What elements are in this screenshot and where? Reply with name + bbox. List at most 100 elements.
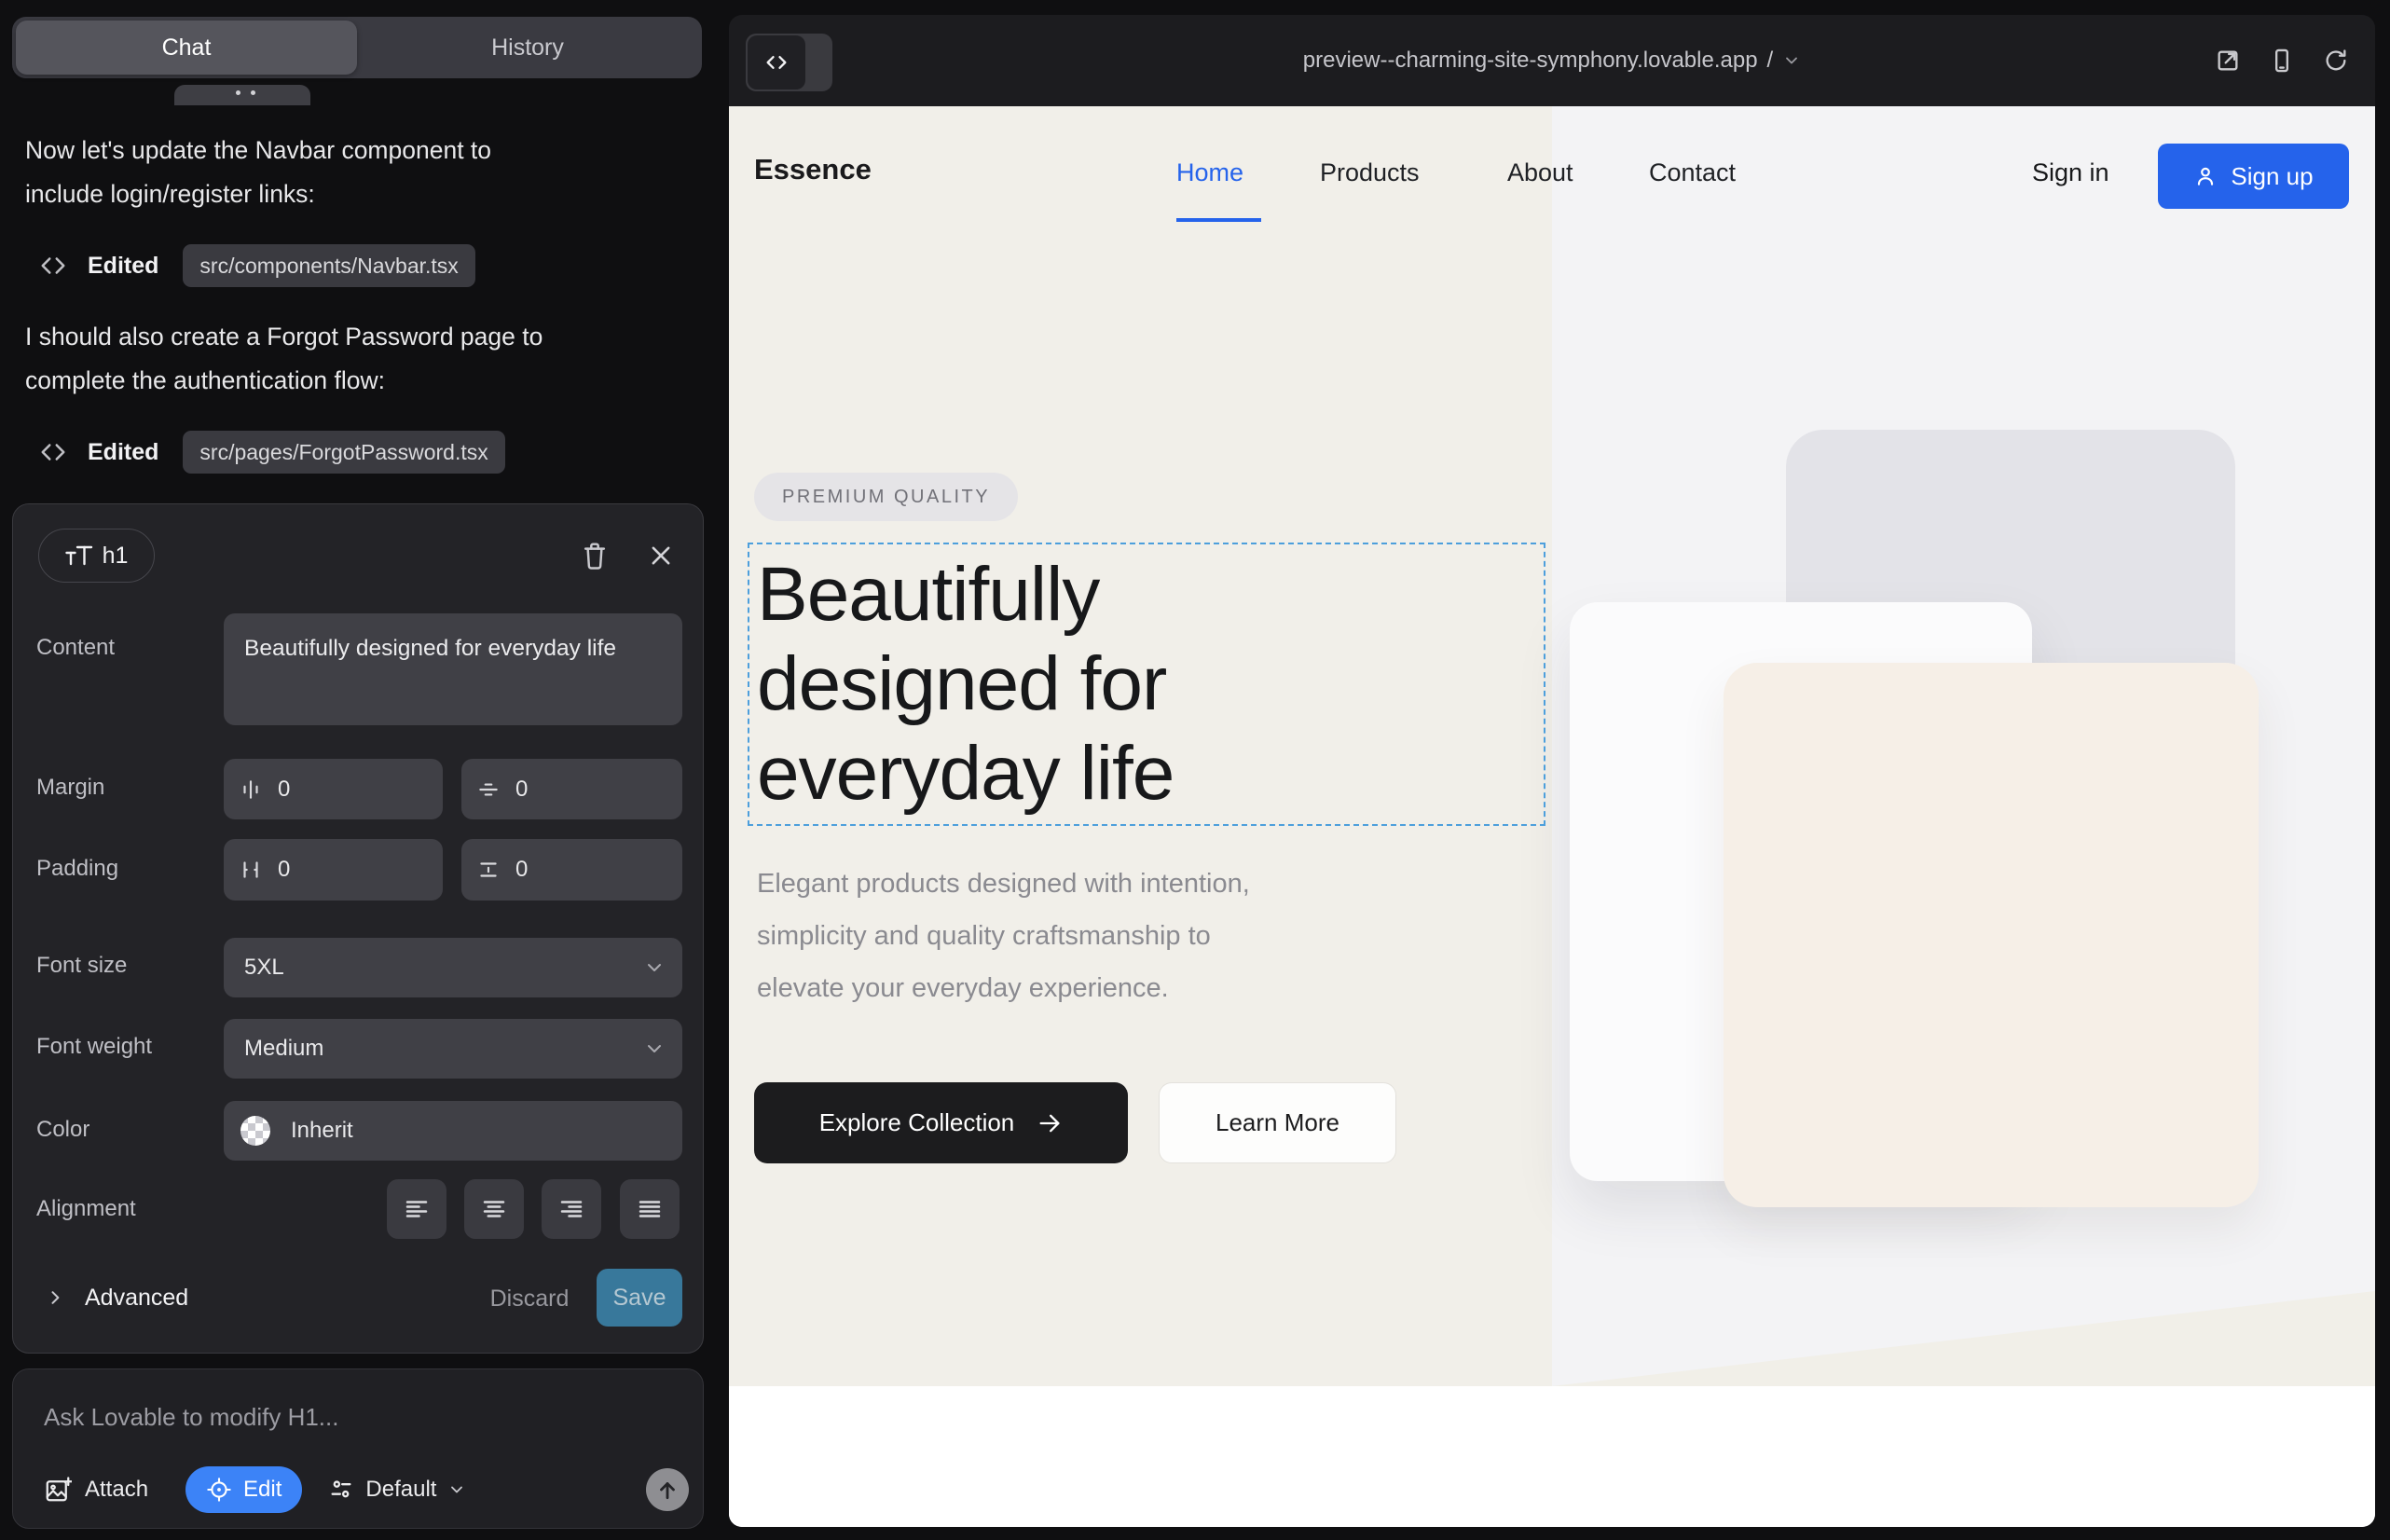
padding-y-input[interactable]: 0 (461, 839, 682, 901)
advanced-label: Advanced (85, 1285, 188, 1312)
sign-up-button[interactable]: Sign up (2158, 144, 2349, 209)
dot-icon (251, 90, 255, 95)
site-navbar: Essence Home Products About Contact Sign… (729, 106, 2375, 248)
nav-link-home[interactable]: Home (1176, 158, 1243, 187)
padding-x-input[interactable]: 0 (224, 839, 443, 901)
font-weight-label: Font weight (36, 1034, 152, 1060)
padding-horizontal-icon (239, 858, 263, 882)
url-separator: / (1767, 48, 1774, 74)
padding-y-value: 0 (515, 857, 528, 883)
tab-chat[interactable]: Chat (16, 21, 357, 75)
prompt-toolbar: Attach Edit Default (44, 1466, 466, 1513)
scrolled-chip-partial[interactable] (174, 85, 310, 105)
edit-label: Edit (243, 1477, 282, 1503)
preview-window: preview--charming-site-symphony.lovable.… (729, 15, 2375, 1527)
padding-x-value: 0 (278, 857, 290, 883)
heading-line: everyday life (757, 729, 1174, 818)
preview-chrome-bar: preview--charming-site-symphony.lovable.… (729, 15, 2375, 106)
sign-in-link[interactable]: Sign in (2032, 158, 2109, 187)
edit-mode-button[interactable]: Edit (185, 1466, 302, 1513)
align-left-button[interactable] (387, 1179, 446, 1239)
element-tag-pill[interactable]: h1 (38, 529, 155, 583)
delete-element-button[interactable] (579, 540, 611, 571)
align-justify-icon (636, 1195, 664, 1223)
chevron-down-icon (447, 1480, 466, 1499)
chat-history-tabbar: Chat History (12, 17, 702, 78)
arrow-right-icon (1037, 1110, 1063, 1136)
advanced-toggle[interactable]: Advanced (46, 1269, 188, 1327)
open-external-icon[interactable] (2215, 48, 2241, 74)
file-chip[interactable]: src/components/Navbar.tsx (183, 244, 474, 287)
paragraph-line: simplicity and quality craftsmanship to (757, 910, 1250, 962)
rendered-site: Essence Home Products About Contact Sign… (729, 106, 2375, 1527)
attach-button[interactable]: Attach (44, 1476, 148, 1504)
nav-link-about[interactable]: About (1507, 158, 1573, 187)
align-center-icon (480, 1195, 508, 1223)
font-weight-value: Medium (244, 1036, 323, 1062)
url-host: preview--charming-site-symphony.lovable.… (1303, 48, 1758, 74)
margin-y-input[interactable]: 0 (461, 759, 682, 819)
content-label: Content (36, 635, 115, 661)
message-line: complete the authentication flow: (25, 359, 687, 403)
paragraph-line: Elegant products designed with intention… (757, 858, 1250, 910)
dot-icon (236, 90, 240, 95)
discard-button[interactable]: Discard (483, 1269, 576, 1328)
align-left-icon (403, 1195, 431, 1223)
refresh-icon[interactable] (2323, 48, 2349, 74)
close-editor-button[interactable] (645, 540, 677, 571)
color-value: Inherit (291, 1118, 353, 1144)
editor-footer: Advanced Discard Save (13, 1269, 705, 1328)
prompt-input-box[interactable]: Ask Lovable to modify H1... Attach (12, 1368, 704, 1529)
preview-url-bar[interactable]: preview--charming-site-symphony.lovable.… (729, 15, 2375, 106)
model-default-dropdown[interactable]: Default (328, 1477, 466, 1503)
assistant-message: I should also create a Forgot Password p… (25, 315, 687, 403)
code-icon (39, 252, 67, 280)
font-size-value: 5XL (244, 955, 284, 981)
target-icon (206, 1477, 232, 1503)
element-tag-label: h1 (103, 543, 129, 570)
attach-image-icon (44, 1476, 72, 1504)
type-icon (65, 543, 93, 568)
mobile-view-icon[interactable] (2269, 48, 2295, 74)
margin-label: Margin (36, 775, 104, 801)
trash-icon (581, 541, 609, 571)
send-button[interactable] (646, 1468, 689, 1511)
attach-label: Attach (85, 1477, 148, 1503)
close-icon (648, 543, 674, 569)
hero-section: Essence Home Products About Contact Sign… (729, 106, 2375, 1386)
sign-up-label: Sign up (2231, 162, 2313, 191)
font-weight-select[interactable]: Medium (224, 1019, 682, 1079)
nav-active-underline (1176, 218, 1261, 222)
code-icon (39, 438, 67, 466)
font-size-select[interactable]: 5XL (224, 938, 682, 997)
heading-line: designed for (757, 639, 1174, 729)
learn-more-button[interactable]: Learn More (1159, 1082, 1396, 1163)
chevron-right-icon (46, 1288, 64, 1307)
align-right-icon (557, 1195, 585, 1223)
tab-history[interactable]: History (357, 21, 698, 75)
paragraph-line: elevate your everyday experience. (757, 962, 1250, 1014)
message-line: Now let's update the Navbar component to (25, 129, 687, 172)
align-center-button[interactable] (464, 1179, 524, 1239)
hero-heading[interactable]: Beautifully designed for everyday life (757, 550, 1174, 818)
explore-collection-label: Explore Collection (819, 1108, 1015, 1137)
font-size-label: Font size (36, 953, 127, 979)
edited-label: Edited (88, 439, 158, 466)
message-line: include login/register links: (25, 172, 687, 216)
message-line: I should also create a Forgot Password p… (25, 315, 687, 359)
content-input[interactable]: Beautifully designed for everyday life (224, 613, 682, 725)
padding-vertical-icon (476, 858, 501, 882)
padding-label: Padding (36, 856, 118, 882)
site-logo[interactable]: Essence (754, 153, 872, 186)
explore-collection-button[interactable]: Explore Collection (754, 1082, 1128, 1163)
sliders-icon (328, 1477, 354, 1503)
user-icon (2193, 164, 2218, 188)
nav-link-products[interactable]: Products (1320, 158, 1420, 187)
align-justify-button[interactable] (620, 1179, 680, 1239)
save-button[interactable]: Save (597, 1269, 682, 1327)
nav-link-contact[interactable]: Contact (1649, 158, 1736, 187)
color-select[interactable]: Inherit (224, 1101, 682, 1161)
file-chip[interactable]: src/pages/ForgotPassword.tsx (183, 431, 504, 474)
margin-x-input[interactable]: 0 (224, 759, 443, 819)
align-right-button[interactable] (542, 1179, 601, 1239)
